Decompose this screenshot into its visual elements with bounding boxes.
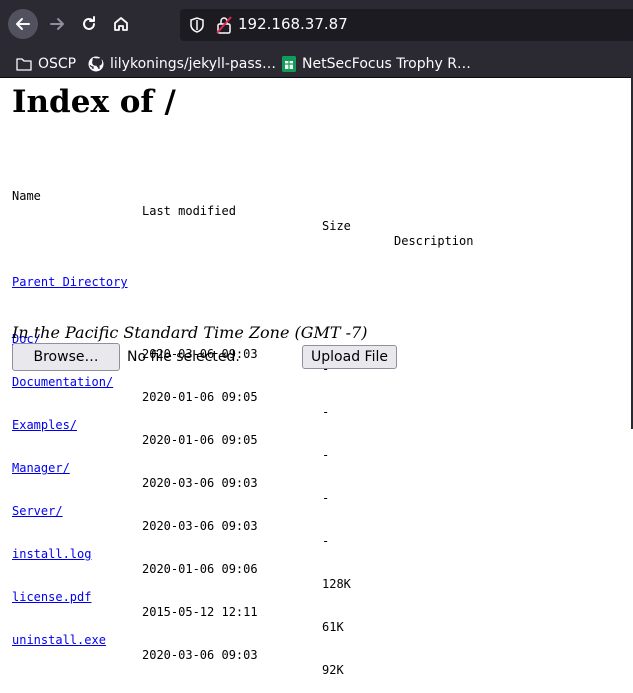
header-name[interactable]: Name	[12, 189, 41, 204]
file-status-text: No file selected.	[127, 349, 240, 365]
reload-button[interactable]	[74, 9, 104, 39]
bookmark-jekyll[interactable]: lilykonings/jekyll-pass…	[88, 50, 276, 77]
file-modified: 2020-01-06 09:05	[142, 433, 258, 447]
file-modified: 2020-03-06 09:03	[142, 648, 258, 662]
home-icon	[114, 17, 128, 31]
bookmark-label: NetSecFocus Trophy R…	[302, 55, 471, 72]
listing-header: Name Last modified Size Description	[12, 174, 473, 248]
back-button[interactable]	[8, 9, 38, 39]
folder-icon	[16, 57, 32, 71]
file-modified: 2015-05-12 12:11	[142, 605, 258, 619]
bookmarks-bar: OSCP lilykonings/jekyll-pass… NetSecFocu…	[0, 50, 633, 78]
parent-row: Parent Directory	[12, 260, 128, 289]
file-size: -	[322, 491, 330, 505]
file-size: -	[322, 534, 330, 548]
table-row: Examples/ 2020-01-06 09:05 -	[12, 403, 329, 462]
github-icon	[88, 56, 104, 71]
parent-directory-link[interactable]: Parent Directory	[12, 275, 128, 290]
file-link[interactable]: Server/	[12, 504, 63, 519]
file-link[interactable]: Manager/	[12, 461, 70, 476]
timezone-note: In the Pacific Standard Time Zone (GMT -…	[12, 323, 368, 342]
file-link[interactable]: uninstall.exe	[12, 633, 106, 648]
sheets-icon	[282, 55, 296, 72]
file-size: -	[322, 448, 330, 462]
file-size: 92K	[322, 663, 344, 677]
header-description[interactable]: Description	[394, 234, 473, 249]
header-size[interactable]: Size	[322, 219, 351, 234]
file-link[interactable]: install.log	[12, 547, 91, 562]
file-link[interactable]: Examples/	[12, 418, 77, 433]
table-row: license.pdf 2015-05-12 12:11 61K	[12, 575, 344, 634]
table-row: Manager/ 2020-03-06 09:03 -	[12, 446, 329, 505]
url-text[interactable]: 192.168.37.87	[238, 15, 348, 33]
upload-file-button[interactable]: Upload File	[302, 345, 397, 369]
home-button[interactable]	[106, 9, 136, 39]
file-size: 128K	[322, 577, 351, 591]
file-size: -	[322, 405, 330, 419]
arrow-left-icon	[16, 18, 30, 30]
browse-button[interactable]: Browse…	[12, 343, 120, 371]
bookmark-label: lilykonings/jekyll-pass…	[110, 55, 276, 72]
file-modified: 2020-03-06 09:03	[142, 476, 258, 490]
file-modified: 2020-01-06 09:05	[142, 390, 258, 404]
bookmark-oscp[interactable]: OSCP	[16, 50, 76, 77]
table-row: Server/ 2020-03-06 09:03 -	[12, 489, 329, 548]
browser-toolbar: 192.168.37.87	[0, 0, 633, 50]
table-row: uninstall.exe 2020-03-06 09:03 92K	[12, 618, 344, 677]
directory-listing: Name Last modified Size Description Pare…	[12, 146, 473, 677]
insecure-lock-icon[interactable]	[216, 16, 232, 34]
page-content: Index of / Name Last modified Size Descr…	[0, 78, 633, 677]
bookmark-label: OSCP	[38, 55, 77, 72]
bookmark-netsecfocus[interactable]: NetSecFocus Trophy R…	[282, 50, 471, 77]
reload-icon	[83, 16, 95, 30]
file-link[interactable]: Documentation/	[12, 375, 113, 390]
forward-button[interactable]	[42, 9, 72, 39]
file-modified: 2020-03-06 09:03	[142, 519, 258, 533]
tracking-shield-icon[interactable]	[190, 17, 204, 33]
arrow-right-icon	[50, 18, 64, 30]
file-modified: 2020-01-06 09:06	[142, 562, 258, 576]
table-row: install.log 2020-01-06 09:06 128K	[12, 532, 351, 591]
file-link[interactable]: license.pdf	[12, 590, 91, 605]
header-last-modified[interactable]: Last modified	[142, 204, 236, 219]
address-bar[interactable]: 192.168.37.87	[180, 9, 633, 41]
page-title: Index of /	[12, 84, 176, 120]
file-size: 61K	[322, 620, 344, 634]
